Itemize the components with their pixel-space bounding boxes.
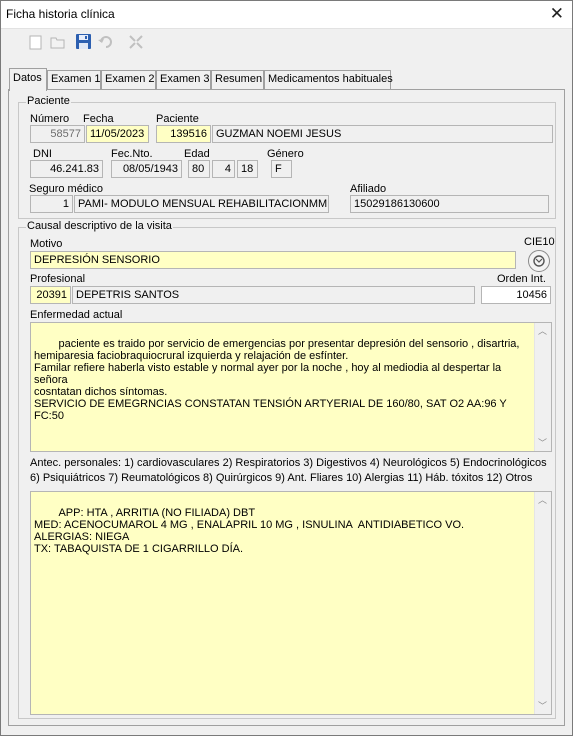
scroll-up-icon[interactable]: ︿ — [538, 494, 547, 506]
enfermedad-textarea[interactable]: paciente es traido por servicio de emerg… — [30, 322, 552, 452]
enfermedad-scrollbar[interactable]: ︿ ﹀ — [534, 323, 551, 451]
undo-icon[interactable] — [97, 33, 115, 51]
cie10-search-button[interactable] — [528, 250, 550, 272]
paciente-label: Paciente — [156, 113, 199, 125]
edad-meses-field[interactable]: 4 — [212, 160, 235, 178]
profesional-nombre-field[interactable]: DEPETRIS SANTOS — [72, 286, 475, 304]
seguro-id-field[interactable]: 1 — [30, 195, 73, 213]
close-icon[interactable]: ✕ — [550, 4, 564, 24]
title-bar: Ficha historia clínica ✕ — [1, 1, 572, 29]
numero-label: Número — [30, 113, 70, 125]
seguro-nombre-field[interactable]: PAMI- MODULO MENSUAL REHABILITACIONMMF — [74, 195, 329, 213]
tab-examen-1[interactable]: Examen 1 — [47, 70, 101, 90]
antec-legend-line1: Antec. personales: 1) cardiovasculares 2… — [30, 457, 547, 469]
antecedentes-textarea[interactable]: APP: HTA , ARRITIA (NO FILIADA) DBT MED:… — [30, 491, 552, 715]
antec-legend-line2: 6) Psiquiátricos 7) Reumatológicos 8) Qu… — [30, 472, 533, 484]
tab-examen-2[interactable]: Examen 2 — [101, 70, 156, 90]
causal-group-title: Causal descriptivo de la visita — [26, 220, 173, 232]
edad-label: Edad — [184, 148, 210, 160]
save-icon[interactable] — [75, 33, 93, 51]
fecnto-field[interactable]: 08/05/1943 — [111, 160, 182, 178]
paciente-group: Paciente Número 58577 Fecha 11/05/2023 P… — [18, 95, 556, 219]
motivo-label: Motivo — [30, 238, 63, 250]
numero-field[interactable]: 58577 — [30, 125, 85, 143]
tab-examen-3[interactable]: Examen 3 — [156, 70, 211, 90]
edad-anios-field[interactable]: 80 — [188, 160, 210, 178]
causal-group: Causal descriptivo de la visita Motivo D… — [18, 220, 556, 719]
new-icon[interactable] — [27, 33, 45, 51]
dni-field[interactable]: 46.241.83 — [30, 160, 103, 178]
paciente-id-field[interactable]: 139516 — [156, 125, 211, 143]
scroll-up-icon[interactable]: ︿ — [538, 325, 547, 337]
motivo-field[interactable]: DEPRESIÓN SENSORIO — [30, 251, 516, 269]
seguro-label: Seguro médico — [29, 183, 103, 195]
antecedentes-scrollbar[interactable]: ︿ ﹀ — [534, 492, 551, 714]
paciente-group-title: Paciente — [26, 95, 71, 107]
window-title: Ficha historia clínica — [6, 7, 115, 21]
clinical-record-window: Ficha historia clínica ✕ Datos Examen 1 … — [0, 0, 573, 736]
profesional-id-field[interactable]: 20391 — [30, 286, 71, 304]
genero-field[interactable]: F — [271, 160, 292, 178]
tab-datos[interactable]: Datos — [9, 68, 47, 91]
profesional-label: Profesional — [30, 273, 86, 285]
dni-label: DNI — [33, 148, 52, 160]
tab-medicamentos-habituales[interactable]: Medicamentos habituales — [264, 70, 393, 90]
scroll-down-icon[interactable]: ﹀ — [538, 700, 547, 712]
fecha-field[interactable]: 11/05/2023 — [86, 125, 149, 143]
afiliado-label: Afiliado — [350, 183, 387, 195]
tab-panel-datos: Paciente Número 58577 Fecha 11/05/2023 P… — [8, 89, 565, 726]
antecedentes-text: APP: HTA , ARRITIA (NO FILIADA) DBT MED:… — [34, 507, 465, 555]
scroll-down-icon[interactable]: ﹀ — [538, 437, 547, 449]
open-icon[interactable] — [49, 33, 67, 51]
fecha-label: Fecha — [83, 113, 114, 125]
expand-icon[interactable] — [127, 33, 145, 51]
enfermedad-text: paciente es traido por servicio de emerg… — [34, 338, 520, 422]
genero-label: Género — [267, 148, 304, 160]
enfermedad-label: Enfermedad actual — [30, 309, 123, 321]
stethoscope-icon — [533, 255, 545, 267]
afiliado-field[interactable]: 15029186130600 — [350, 195, 549, 213]
paciente-nombre-field[interactable]: GUZMAN NOEMI JESUS — [212, 125, 553, 143]
orden-label: Orden Int. — [497, 273, 546, 285]
edad-dias-field[interactable]: 18 — [237, 160, 258, 178]
fecnto-label: Fec.Nto. — [111, 148, 153, 160]
tab-resumen[interactable]: Resumen — [211, 70, 264, 90]
toolbar — [1, 30, 572, 56]
orden-field[interactable]: 10456 — [481, 286, 551, 304]
cie10-label: CIE10 — [524, 236, 555, 248]
